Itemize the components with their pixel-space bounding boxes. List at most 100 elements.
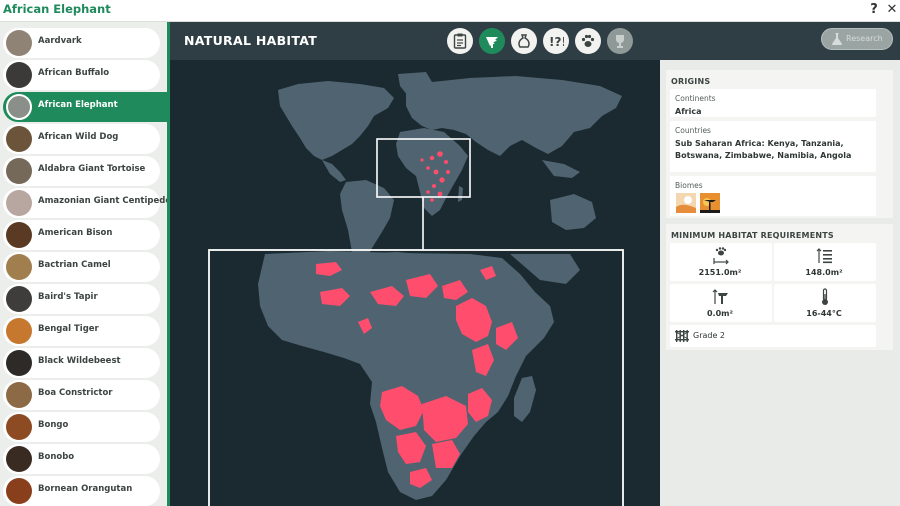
close-button[interactable]: ✕ bbox=[884, 1, 900, 19]
fence-icon bbox=[675, 330, 689, 342]
animal-label: Bonobo bbox=[38, 452, 75, 462]
exclamation-icon: !?! bbox=[549, 35, 564, 49]
temperature-card: 16-44°C bbox=[774, 284, 876, 322]
temperature-value: 16-44°C bbox=[806, 309, 842, 318]
animal-thumbnail bbox=[6, 382, 32, 408]
animal-label: African Buffalo bbox=[38, 68, 110, 78]
countries-value: Sub Saharan Africa: Kenya, Tanzania, Bot… bbox=[675, 139, 852, 160]
animal-item-african-wild-dog[interactable]: African Wild Dog bbox=[3, 124, 160, 154]
continents-label: Continents bbox=[675, 94, 716, 103]
animal-item-african-buffalo[interactable]: African Buffalo bbox=[3, 60, 160, 90]
animal-item-aardvark[interactable]: Aardvark bbox=[3, 28, 160, 58]
animal-thumbnail bbox=[6, 318, 32, 344]
animal-thumbnail bbox=[6, 350, 32, 376]
land-area-icon bbox=[713, 247, 729, 265]
biomes-label: Biomes bbox=[675, 181, 703, 190]
animal-thumbnail bbox=[6, 222, 32, 248]
desert-biome-icon[interactable] bbox=[676, 193, 696, 213]
habitat-map bbox=[170, 60, 660, 506]
climbing-area-card: 148.0m² bbox=[774, 243, 876, 281]
clipboard-icon bbox=[453, 33, 467, 49]
tab-behaviour[interactable]: !?! bbox=[543, 28, 569, 54]
animal-item-amazonian-giant-centipede[interactable]: Amazonian Giant Centipede bbox=[3, 188, 167, 218]
animal-item-bongo[interactable]: Bongo bbox=[3, 412, 160, 442]
continents-card: Continents Africa bbox=[670, 89, 876, 117]
animal-thumbnail bbox=[6, 30, 32, 56]
trophy-icon bbox=[616, 35, 624, 48]
animal-item-black-wildebeest[interactable]: Black Wildebeest bbox=[3, 348, 160, 378]
info-panel: ORIGINS Continents Africa Countries Sub … bbox=[660, 60, 900, 506]
biomes-card: Biomes bbox=[670, 176, 876, 216]
landmass-central-america bbox=[322, 160, 346, 182]
barrier-grade-value: Grade 2 bbox=[693, 331, 726, 340]
animal-label: Aardvark bbox=[38, 36, 82, 46]
water-area-value: 0.0m² bbox=[706, 309, 733, 318]
animal-list: Aardvark African Buffalo African Elephan… bbox=[0, 22, 167, 506]
origins-title: ORIGINS bbox=[671, 77, 711, 86]
animal-item-aldabra-giant-tortoise[interactable]: Aldabra Giant Tortoise bbox=[3, 156, 160, 186]
svg-text:!?!: !?! bbox=[549, 35, 564, 49]
research-label: Research bbox=[846, 34, 883, 43]
water-area-card: 0.0m² bbox=[670, 284, 772, 322]
origins-section: ORIGINS Continents Africa Countries Sub … bbox=[666, 70, 893, 218]
animal-thumbnail bbox=[6, 254, 32, 280]
animal-thumbnail bbox=[6, 478, 32, 504]
research-button[interactable]: Research bbox=[821, 28, 893, 50]
help-button[interactable]: ? bbox=[866, 1, 882, 19]
world-map bbox=[278, 72, 622, 276]
animal-item-bactrian-camel[interactable]: Bactrian Camel bbox=[3, 252, 160, 282]
animal-thumbnail bbox=[6, 158, 32, 184]
app-window: African Elephant ? ✕ Aardvark African Bu… bbox=[0, 0, 900, 506]
countries-card: Countries Sub Saharan Africa: Kenya, Tan… bbox=[670, 121, 876, 172]
land-area-card: 2151.0m² bbox=[670, 243, 772, 281]
animal-thumbnail bbox=[6, 446, 32, 472]
tab-habitat[interactable] bbox=[479, 28, 505, 54]
animal-item-bonobo[interactable]: Bonobo bbox=[3, 444, 160, 474]
tab-enrichment[interactable] bbox=[575, 28, 601, 54]
animal-item-american-bison[interactable]: American Bison bbox=[3, 220, 160, 250]
barrier-grade-card: Grade 2 bbox=[670, 325, 876, 347]
natural-habitat-panel: NATURAL HABITAT !?! Research bbox=[170, 22, 900, 506]
animal-thumbnail bbox=[6, 190, 32, 216]
animal-thumbnail bbox=[6, 286, 32, 312]
animal-label: Amazonian Giant Centipede bbox=[38, 196, 167, 206]
animal-label: Bongo bbox=[38, 420, 69, 430]
window-title: African Elephant bbox=[3, 2, 111, 16]
animal-item-bengal-tiger[interactable]: Bengal Tiger bbox=[3, 316, 160, 346]
animal-thumbnail bbox=[6, 62, 32, 88]
animal-item-african-elephant[interactable]: African Elephant bbox=[3, 92, 167, 122]
animal-label: Baird's Tapir bbox=[38, 292, 98, 302]
animal-thumbnail bbox=[6, 126, 32, 152]
requirements-title: MINIMUM HABITAT REQUIREMENTS bbox=[671, 231, 834, 240]
paw-icon bbox=[581, 34, 595, 47]
habitat-requirements-section: MINIMUM HABITAT REQUIREMENTS 2151.0m² 14… bbox=[666, 224, 893, 350]
landmass-southeast-asia bbox=[542, 160, 580, 178]
animal-item-bairds-tapir[interactable]: Baird's Tapir bbox=[3, 284, 160, 314]
habitat-map-svg bbox=[208, 72, 624, 506]
madagascar-zoom bbox=[514, 376, 536, 422]
tab-trophy[interactable] bbox=[607, 28, 633, 54]
animal-label: Black Wildebeest bbox=[38, 356, 121, 366]
animal-label: Boa Constrictor bbox=[38, 388, 113, 398]
panel-header: NATURAL HABITAT !?! Research bbox=[170, 22, 900, 60]
animal-item-bornean-orangutan[interactable]: Bornean Orangutan bbox=[3, 476, 160, 506]
animal-label: American Bison bbox=[38, 228, 113, 238]
animal-label: Bengal Tiger bbox=[38, 324, 99, 334]
animal-item-boa-constrictor[interactable]: Boa Constrictor bbox=[3, 380, 160, 410]
tab-info[interactable] bbox=[447, 28, 473, 54]
landmass-australia bbox=[550, 194, 596, 230]
continents-value: Africa bbox=[675, 107, 702, 116]
climbing-area-icon bbox=[816, 248, 832, 264]
tree-icon bbox=[486, 37, 498, 48]
thermometer-icon bbox=[822, 288, 828, 305]
animal-label: Bactrian Camel bbox=[38, 260, 111, 270]
animal-label: Bornean Orangutan bbox=[38, 484, 133, 494]
countries-label: Countries bbox=[675, 126, 711, 135]
animal-label: African Elephant bbox=[38, 100, 118, 110]
sack-icon bbox=[518, 34, 530, 48]
animal-label: Aldabra Giant Tortoise bbox=[38, 164, 146, 174]
savanna-biome-icon[interactable] bbox=[700, 193, 720, 213]
landmass-madagascar bbox=[458, 186, 463, 202]
panel-title: NATURAL HABITAT bbox=[184, 33, 318, 48]
tab-food[interactable] bbox=[511, 28, 537, 54]
